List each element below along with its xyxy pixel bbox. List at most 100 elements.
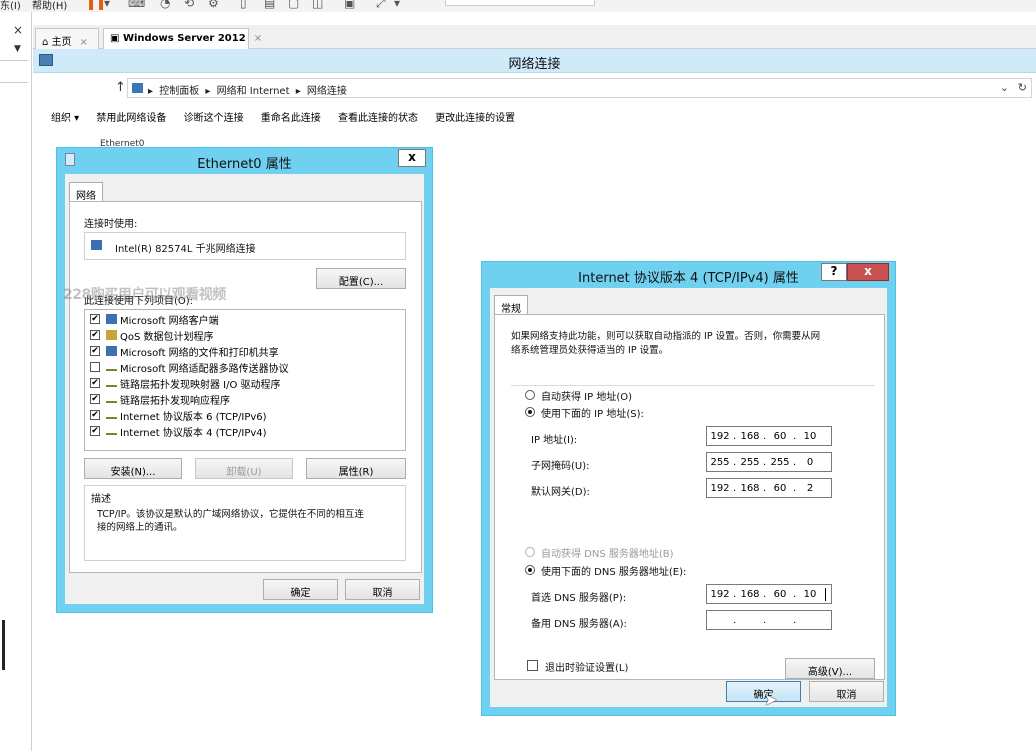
item-label: Microsoft 网络的文件和打印机共享: [120, 348, 279, 359]
tab-general[interactable]: 常规: [494, 295, 528, 315]
cancel-button[interactable]: 取消: [345, 579, 420, 600]
tab-windows-server-2012[interactable]: ▣ Windows Server 2012 ×: [103, 28, 262, 50]
disable-device-button[interactable]: 禁用此网络设备: [96, 113, 166, 124]
ok-button[interactable]: 确定: [263, 579, 338, 600]
breadcrumb-item-network-internet[interactable]: 网络和 Internet: [217, 86, 290, 97]
list-item[interactable]: ✔ 链路层拓扑发现响应程序: [85, 391, 405, 407]
list-item[interactable]: ✔ Microsoft 网络的文件和打印机共享: [85, 343, 405, 359]
close-icon[interactable]: ×: [254, 33, 262, 44]
description-text-line2: 接的网络上的通讯。: [97, 522, 183, 533]
client-icon: [106, 314, 117, 324]
item-checkbox[interactable]: [90, 362, 100, 372]
breadcrumb-item-control-panel[interactable]: 控制面板: [159, 86, 199, 97]
list-item[interactable]: ✔ QoS 数据包计划程序: [85, 327, 405, 343]
close-button[interactable]: x: [398, 149, 426, 167]
install-button[interactable]: 安装(N)...: [84, 458, 182, 479]
octet-3: 255: [770, 457, 790, 468]
item-checkbox[interactable]: ✔: [90, 346, 100, 356]
octet-sep: .: [763, 431, 767, 442]
list-item[interactable]: ✔ 链路层拓扑发现映射器 I/O 驱动程序: [85, 375, 405, 391]
adapter-name: Intel(R) 82574L 千兆网络连接: [115, 244, 256, 255]
description-group: 描述 TCP/IP。该协议是默认的广域网络协议，它提供在不同的相互连 接的网络上…: [84, 485, 406, 561]
list-item[interactable]: Microsoft 网络适配器多路传送器协议: [85, 359, 405, 375]
item-checkbox[interactable]: ✔: [90, 394, 100, 404]
component-list[interactable]: ✔ Microsoft 网络客户端 ✔ QoS 数据包计划程序 ✔ Micros…: [84, 309, 406, 451]
properties-button[interactable]: 属性(R): [306, 458, 406, 479]
send-keys-icon[interactable]: ⌨: [128, 0, 145, 10]
dropdown-icon[interactable]: ▾: [104, 0, 110, 10]
address-input[interactable]: ▸ 控制面板 ▸ 网络和 Internet ▸ 网络连接 ⌄ ↻: [127, 78, 1032, 98]
command-bar: 组织 ▾ 禁用此网络设备 诊断这个连接 重命名此连接 查看此连接的状态 更改此连…: [51, 109, 529, 125]
auto-ip-radio[interactable]: [525, 390, 535, 400]
item-checkbox[interactable]: ✔: [90, 426, 100, 436]
octet-sep: .: [733, 589, 737, 600]
fullscreen-dropdown-icon[interactable]: ▾: [394, 0, 400, 10]
view-status-button[interactable]: 查看此连接的状态: [338, 113, 418, 124]
list-item[interactable]: ✔ Microsoft 网络客户端: [85, 311, 405, 327]
breadcrumb-item-network-connections[interactable]: 网络连接: [307, 86, 347, 97]
alternate-dns-label: 备用 DNS 服务器(A):: [531, 619, 627, 630]
unity-icon[interactable]: ◫: [312, 0, 323, 10]
item-label: Internet 协议版本 4 (TCP/IPv4): [120, 428, 267, 439]
close-button[interactable]: x: [847, 263, 889, 281]
dialog-titlebar[interactable]: Ethernet0 属性 x: [57, 148, 432, 174]
cancel-button[interactable]: 取消: [809, 681, 884, 702]
tab-panel: 如果网络支持此功能，则可以获取自动指派的 IP 设置。否则，你需要从网 络系统管…: [494, 314, 885, 680]
library-search-input[interactable]: [445, 0, 595, 6]
menu-item-help[interactable]: 帮助(H): [32, 0, 67, 12]
octet-2: 168: [740, 431, 760, 442]
list-item[interactable]: ✔ Internet 协议版本 6 (TCP/IPv6): [85, 407, 405, 423]
ip-address-input[interactable]: 192. 168. 60. 10: [706, 426, 832, 446]
list-item[interactable]: ✔ Internet 协议版本 4 (TCP/IPv4): [85, 423, 405, 439]
validate-checkbox[interactable]: [527, 660, 538, 671]
manual-dns-radio[interactable]: [525, 565, 535, 575]
gateway-label: 默认网关(D):: [531, 487, 590, 498]
menu-item-view[interactable]: 东(I): [0, 0, 21, 12]
configure-button[interactable]: 配置(C)...: [316, 268, 406, 289]
up-arrow-icon[interactable]: ↑: [115, 80, 126, 95]
network-adapter-icon: [91, 240, 102, 250]
rename-button[interactable]: 重命名此连接: [261, 113, 321, 124]
ip-group: 自动获得 IP 地址(O) 使用下面的 IP 地址(S): IP 地址(I): …: [511, 385, 875, 515]
advanced-button[interactable]: 高级(V)...: [785, 658, 875, 679]
octet-1: 192: [710, 431, 730, 442]
snapshot-icon[interactable]: ◔: [160, 0, 170, 10]
octet-sep: .: [763, 483, 767, 494]
manual-dns-label: 使用下面的 DNS 服务器地址(E):: [541, 567, 687, 578]
chevron-down-icon[interactable]: ▼: [14, 44, 21, 54]
manage-snapshot-icon[interactable]: ⚙: [208, 0, 219, 10]
refresh-icon[interactable]: ↻: [1018, 81, 1027, 94]
view-split-icon[interactable]: ▤: [264, 0, 275, 10]
tab-home[interactable]: ⌂ 主页 ×: [35, 28, 99, 49]
item-checkbox[interactable]: ✔: [90, 330, 100, 340]
fit-icon[interactable]: ▢: [288, 0, 299, 10]
manual-ip-radio[interactable]: [525, 407, 535, 417]
fullscreen-icon[interactable]: ⤢: [376, 0, 386, 11]
view-single-icon[interactable]: ▯: [240, 0, 247, 10]
alternate-dns-input[interactable]: . . .: [706, 610, 832, 630]
console-icon[interactable]: ▣: [344, 0, 355, 10]
close-icon[interactable]: ×: [13, 23, 23, 37]
protocol-icon: [106, 365, 117, 371]
item-checkbox[interactable]: ✔: [90, 410, 100, 420]
auto-dns-radio[interactable]: [525, 547, 535, 557]
subnet-mask-input[interactable]: 255. 255. 255. 0: [706, 452, 832, 472]
chevron-down-icon[interactable]: ⌄: [1000, 81, 1009, 94]
uninstall-button[interactable]: 卸载(U): [195, 458, 293, 479]
gateway-input[interactable]: 192. 168. 60. 2: [706, 478, 832, 498]
restore-snapshot-icon[interactable]: ⟲: [184, 0, 194, 10]
tab-network[interactable]: 网络: [69, 182, 103, 202]
dialog-titlebar[interactable]: Internet 协议版本 4 (TCP/IPv4) 属性 ? x: [482, 262, 895, 288]
close-icon[interactable]: ×: [80, 37, 88, 48]
host-menubar: 东(I) 帮助(H) ❚❚ ▾ ⌨ ◔ ⟲ ⚙ ▯ ▤ ▢ ◫ ▣ ⤢ ▾: [0, 0, 1036, 12]
change-settings-button[interactable]: 更改此连接的设置: [435, 113, 515, 124]
preferred-dns-input[interactable]: 192. 168. 60. 10: [706, 584, 832, 604]
item-checkbox[interactable]: ✔: [90, 314, 100, 324]
organize-button[interactable]: 组织 ▾: [51, 113, 79, 124]
video-watermark: 228购买用户可以观看视频: [63, 287, 226, 303]
diagnose-button[interactable]: 诊断这个连接: [184, 113, 244, 124]
help-button[interactable]: ?: [821, 263, 847, 281]
item-checkbox[interactable]: ✔: [90, 378, 100, 388]
octet-4: 2: [806, 483, 814, 494]
scrollbar-thumb[interactable]: [2, 620, 5, 670]
